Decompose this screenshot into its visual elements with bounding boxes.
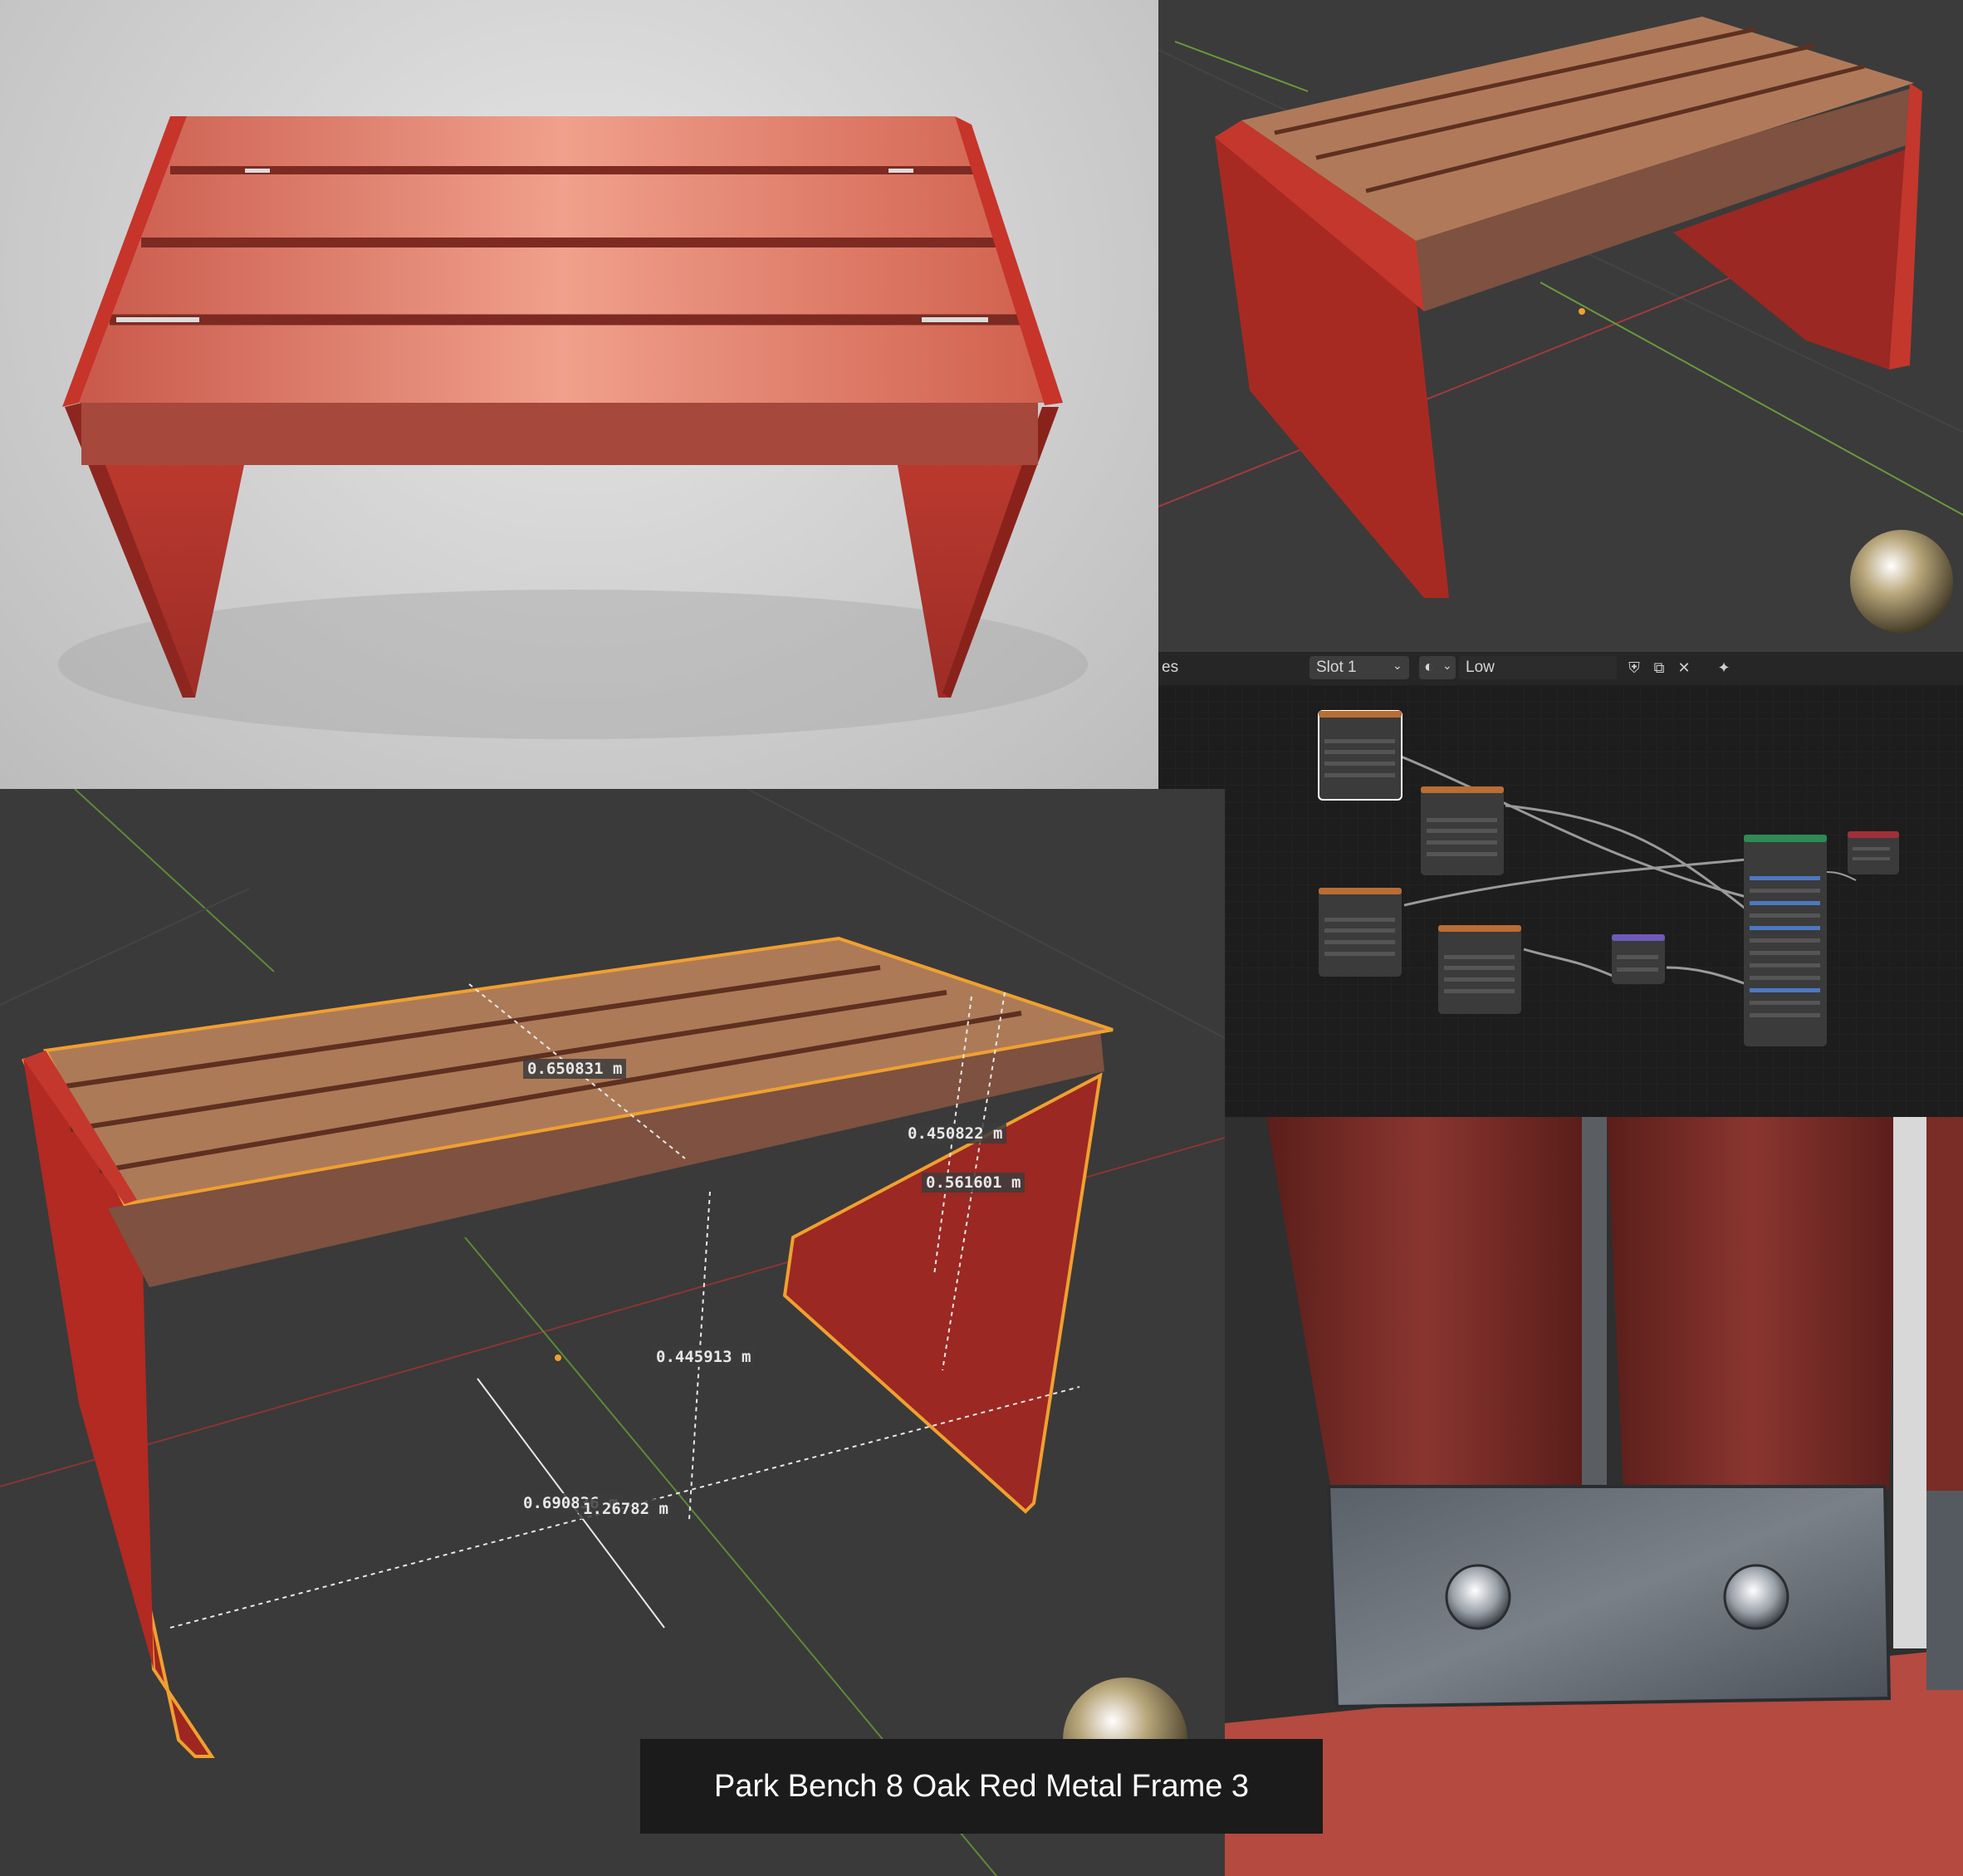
measure-scene	[0, 789, 1225, 1876]
slot-dropdown[interactable]: Slot 1 ⌄	[1309, 656, 1409, 679]
material-sphere-icon	[1850, 530, 1953, 633]
viewport-scene	[1158, 17, 1963, 633]
chevron-down-icon: ⌄	[1393, 659, 1402, 672]
measure-label: 0.650831 m	[523, 1059, 627, 1079]
measure-label: 1.26782 m	[579, 1499, 673, 1519]
wood-plank	[1607, 1117, 1897, 1491]
node-canvas[interactable]	[1158, 685, 1963, 1117]
pin-icon[interactable]: ✦	[1713, 657, 1735, 678]
bracket-closeup	[1225, 1117, 1963, 1876]
image-texture-node[interactable]	[1319, 888, 1402, 977]
material-browse-button[interactable]: ◐ ⌄	[1419, 656, 1456, 679]
closeup-scene	[1225, 1117, 1963, 1876]
editor-tab-label[interactable]: es	[1162, 659, 1178, 677]
render-preview	[0, 0, 1158, 789]
shield-icon[interactable]: ⛨	[1623, 657, 1645, 678]
viewport-measurements[interactable]: 0.650831 m 0.450822 m 0.561601 m 0.44591…	[0, 789, 1225, 1876]
image-texture-node[interactable]	[1421, 786, 1504, 875]
close-icon[interactable]: ✕	[1673, 657, 1695, 678]
image-texture-node[interactable]	[1318, 710, 1402, 801]
viewport-perspective[interactable]	[1158, 0, 1963, 652]
material-output-node[interactable]	[1848, 831, 1899, 874]
bolt-head	[1723, 1564, 1789, 1630]
metal-frame	[1582, 1117, 1607, 1491]
slot-label: Slot 1	[1316, 659, 1357, 676]
measure-label: 0.445913 m	[652, 1347, 756, 1367]
copy-icon[interactable]: ⧉	[1648, 657, 1670, 678]
material-name: Low	[1466, 659, 1495, 676]
y-axis	[74, 789, 275, 972]
seat-top	[79, 116, 1046, 403]
caption-banner: Park Bench 8 Oak Red Metal Frame 3	[640, 1739, 1323, 1834]
seat-front	[81, 403, 1038, 465]
origin-point	[1579, 308, 1585, 315]
normal-map-node[interactable]	[1612, 934, 1665, 984]
measure-label: 0.561601 m	[922, 1173, 1026, 1193]
shader-node-editor[interactable]: es Slot 1 ⌄ ◐ ⌄ Low ⛨ ⧉ ✕ ✦	[1158, 652, 1963, 1117]
principled-bsdf-node[interactable]	[1744, 835, 1827, 1046]
material-header-bar: es Slot 1 ⌄ ◐ ⌄ Low ⛨ ⧉ ✕ ✦	[1158, 652, 1963, 686]
material-name-field[interactable]: Low	[1459, 656, 1617, 679]
image-texture-node[interactable]	[1438, 925, 1521, 1014]
bench-render	[58, 116, 1088, 739]
chevron-down-icon: ⌄	[1442, 659, 1452, 672]
measure-label: 0.450822 m	[903, 1124, 1007, 1144]
bolt-head	[1445, 1564, 1511, 1630]
material-sphere-icon: ◐	[1424, 658, 1435, 676]
caption-text: Park Bench 8 Oak Red Metal Frame 3	[713, 1768, 1250, 1804]
metal-bracket	[1326, 1485, 1892, 1709]
